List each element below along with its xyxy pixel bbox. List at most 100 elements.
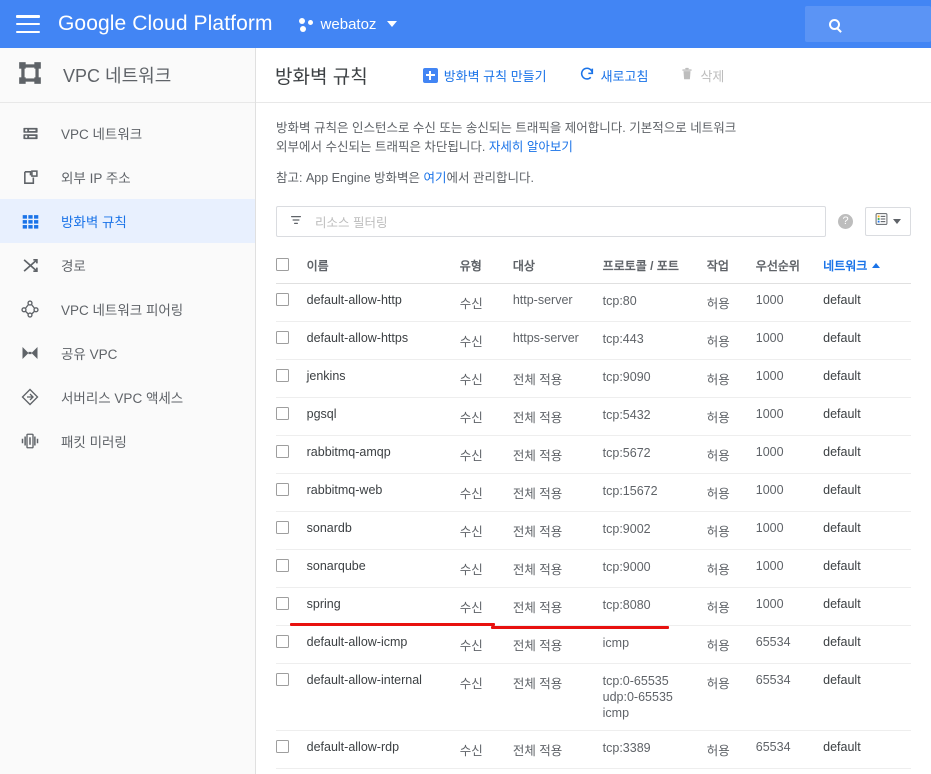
cell-action: 허용 xyxy=(706,549,756,588)
row-checkbox-cell xyxy=(276,587,307,626)
table-body: default-allow-http 수신 http-server tcp:80 허용 1… xyxy=(276,283,911,774)
cell-target: http-server xyxy=(512,283,603,322)
filter-row: 리소스 필터링 ? xyxy=(276,206,911,237)
table-row[interactable]: sonardb 수신 전체 적용 tcp:9002 허용 1000 default xyxy=(276,511,911,550)
page-toolbar: 방화벽 규칙 방화벽 규칙 만들기 새로고침 삭제 xyxy=(256,48,931,103)
cell-network: default xyxy=(823,321,911,360)
sidebar-item-vpc-networks[interactable]: VPC 네트워크 xyxy=(0,111,255,155)
protocol-line: tcp:9000 xyxy=(602,560,651,574)
cell-name[interactable]: default-allow-rdp xyxy=(306,730,460,769)
row-checkbox[interactable] xyxy=(276,331,289,344)
cell-name[interactable]: spring xyxy=(306,587,460,626)
cell-priority: 1000 xyxy=(755,435,824,474)
cell-network: default xyxy=(823,587,911,626)
table-row[interactable]: jenkins 수신 전체 적용 tcp:9090 허용 1000 default xyxy=(276,359,911,398)
table-row[interactable]: sonarqube 수신 전체 적용 tcp:9000 허용 1000 default xyxy=(276,549,911,588)
row-checkbox[interactable] xyxy=(276,521,289,534)
row-checkbox[interactable] xyxy=(276,445,289,458)
top-app-bar: Google Cloud Platform webatoz xyxy=(0,0,931,48)
cell-name[interactable]: sonardb xyxy=(306,511,460,550)
column-header-action[interactable]: 작업 xyxy=(706,251,756,284)
cell-target: 전체 적용 xyxy=(512,473,603,512)
table-row[interactable]: default-allow-https 수신 https-server tcp:443… xyxy=(276,321,911,360)
create-firewall-rule-button[interactable]: 방화벽 규칙 만들기 xyxy=(422,66,547,85)
table-row[interactable]: default-allow-internal 수신 전체 적용 tcp:0-65535… xyxy=(276,663,911,731)
row-checkbox-cell xyxy=(276,283,307,322)
column-header-protocol[interactable]: 프로토콜 / 포트 xyxy=(602,251,707,284)
row-checkbox[interactable] xyxy=(276,740,289,753)
cell-network: default xyxy=(823,397,911,436)
filter-input[interactable]: 리소스 필터링 xyxy=(276,206,826,237)
table-row[interactable]: rabbitmq-web 수신 전체 적용 tcp:15672 허용 1000 defaul… xyxy=(276,473,911,512)
table-row[interactable]: rabbitmq-amqp 수신 전체 적용 tcp:5672 허용 1000 defaul… xyxy=(276,435,911,474)
row-checkbox[interactable] xyxy=(276,407,289,420)
column-header-network[interactable]: 네트워크 xyxy=(823,251,911,284)
brand-title: Google Cloud Platform xyxy=(58,12,273,35)
cell-network: default xyxy=(823,549,911,588)
description-note: 참고: App Engine 방화벽은 여기에서 관리합니다. xyxy=(276,169,746,188)
cell-name[interactable]: default-allow-http xyxy=(306,283,460,322)
sidebar-item-packet-mirroring[interactable]: 패킷 미러링 xyxy=(0,419,255,463)
cell-name[interactable]: pgsql xyxy=(306,397,460,436)
cell-name[interactable]: sonarqube xyxy=(306,549,460,588)
table-row[interactable]: default-allow-rdp 수신 전체 적용 tcp:3389 허용 65534 d… xyxy=(276,730,911,769)
table-row[interactable]: spring 수신 전체 적용 tcp:8080 허용 1000 default xyxy=(276,587,911,626)
cell-protocols: icmp xyxy=(602,625,707,664)
help-circle-icon[interactable]: ? xyxy=(838,214,853,229)
cell-action: 허용 xyxy=(706,283,756,322)
refresh-button[interactable]: 새로고침 xyxy=(579,66,648,85)
row-checkbox-cell xyxy=(276,768,307,774)
protocol-line: udp:0-65535 xyxy=(602,690,673,704)
row-checkbox-cell xyxy=(276,511,307,550)
column-header-target[interactable]: 대상 xyxy=(512,251,603,284)
project-selector[interactable]: webatoz xyxy=(298,16,398,33)
row-checkbox[interactable] xyxy=(276,369,289,382)
row-checkbox[interactable] xyxy=(276,635,289,648)
cell-name[interactable]: rabbitmq-web xyxy=(306,473,460,512)
cell-name[interactable]: default-allow-icmp xyxy=(306,625,460,664)
cell-name[interactable]: default-allow-internal xyxy=(306,663,460,731)
sidebar-item-shared-vpc[interactable]: 공유 VPC xyxy=(0,331,255,375)
sidebar-item-serverless-vpc-access[interactable]: 서버리스 VPC 액세스 xyxy=(0,375,255,419)
cell-action: 허용 xyxy=(706,625,756,664)
table-row[interactable]: pgsql 수신 전체 적용 tcp:5432 허용 1000 default xyxy=(276,397,911,436)
cell-target: 전체 적용 xyxy=(512,359,603,398)
cell-name[interactable]: default-allow-ssh xyxy=(306,768,460,774)
columns-icon xyxy=(875,212,888,231)
cell-action: 허용 xyxy=(706,435,756,474)
search-input[interactable] xyxy=(805,6,931,42)
row-checkbox[interactable] xyxy=(276,597,289,610)
cell-type: 수신 xyxy=(459,730,513,769)
cell-name[interactable]: default-allow-https xyxy=(306,321,460,360)
column-header-name[interactable]: 이름 xyxy=(306,251,460,284)
cell-target: 전체 적용 xyxy=(512,730,603,769)
cell-network: default xyxy=(823,283,911,322)
column-header-priority[interactable]: 우선순위 xyxy=(755,251,824,284)
trash-icon xyxy=(680,66,694,85)
hamburger-icon[interactable] xyxy=(16,15,40,33)
table-row[interactable]: default-allow-icmp 수신 전체 적용 icmp 허용 65534 defa… xyxy=(276,625,911,664)
sidebar-item-vpc-peering[interactable]: VPC 네트워크 피어링 xyxy=(0,287,255,331)
cell-priority: 1000 xyxy=(755,587,824,626)
sidebar-item-firewall-rules[interactable]: 방화벽 규칙 xyxy=(0,199,255,243)
cell-name[interactable]: rabbitmq-amqp xyxy=(306,435,460,474)
columns-button[interactable] xyxy=(865,207,911,236)
cell-network: default xyxy=(823,435,911,474)
row-checkbox-cell xyxy=(276,359,307,398)
select-all-checkbox[interactable] xyxy=(276,257,289,271)
app-engine-here-link[interactable]: 여기 xyxy=(424,171,447,185)
row-checkbox[interactable] xyxy=(276,483,289,496)
column-header-type[interactable]: 유형 xyxy=(459,251,513,284)
sidebar-item-routes[interactable]: 경로 xyxy=(0,243,255,287)
sidebar-item-external-ip[interactable]: 외부 IP 주소 xyxy=(0,155,255,199)
row-checkbox[interactable] xyxy=(276,559,289,572)
protocol-line: tcp:443 xyxy=(602,332,644,346)
cell-network: default xyxy=(823,359,911,398)
table-row[interactable]: default-allow-http 수신 http-server tcp:80 허용 1… xyxy=(276,283,911,322)
cell-name[interactable]: jenkins xyxy=(306,359,460,398)
cell-action: 허용 xyxy=(706,587,756,626)
row-checkbox[interactable] xyxy=(276,673,289,686)
learn-more-link[interactable]: 자세히 알아보기 xyxy=(489,140,573,154)
table-row[interactable]: default-allow-ssh수신전체 적용tcp:22허용65534def… xyxy=(276,768,911,774)
row-checkbox[interactable] xyxy=(276,293,289,306)
